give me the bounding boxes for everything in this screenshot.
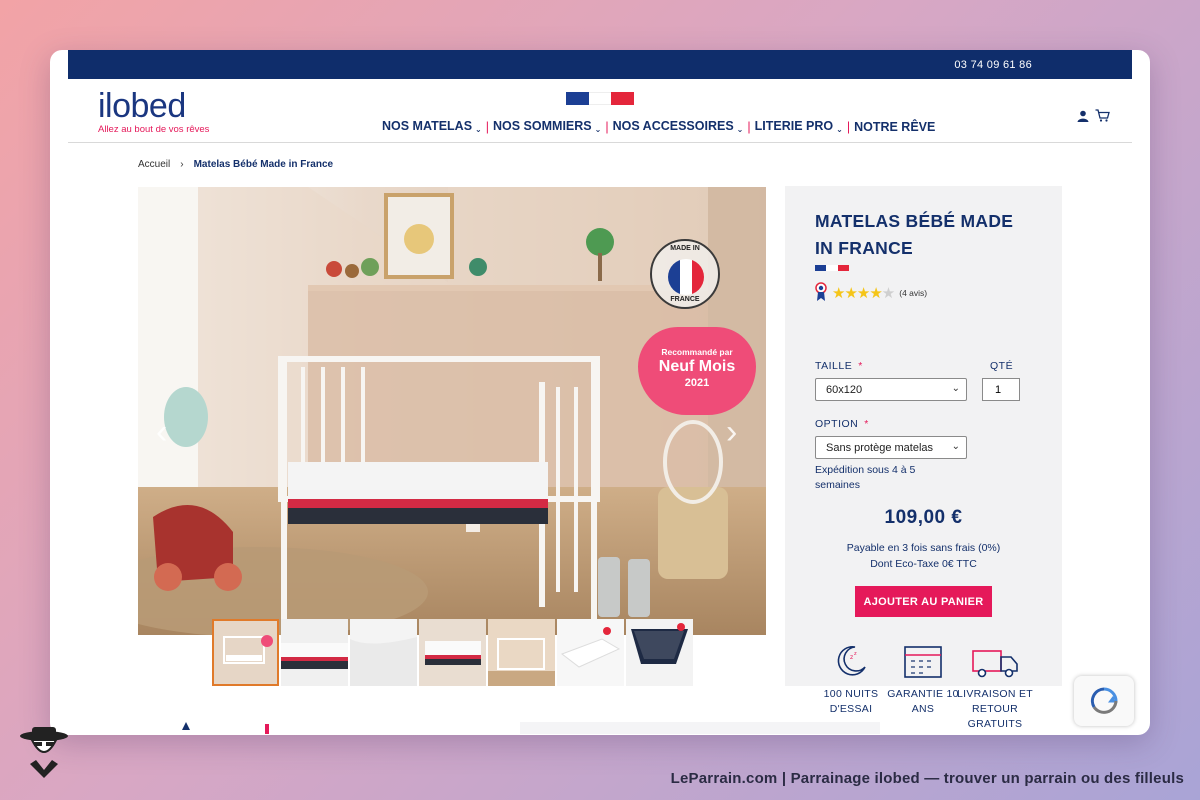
thumbnail-6[interactable] (557, 619, 624, 686)
chevron-down-icon: ⌄ (594, 125, 602, 134)
thumbnail-strip (212, 619, 693, 686)
breadcrumb-current: Matelas Bébé Made in France (193, 159, 334, 170)
star-rating: ★★★★★ (832, 285, 895, 302)
thumbnail-2[interactable] (281, 619, 348, 686)
truck-icon (953, 641, 1037, 681)
svg-text:z: z (854, 651, 857, 657)
product-main-image[interactable]: MADE IN FRANCE Recommandé par Neuf Mois … (138, 187, 766, 635)
product-price: 109,00 € (884, 507, 963, 528)
qty-label: QTÉ (990, 360, 1014, 372)
nav-item-literie-pro[interactable]: LITERIE PRO ⌄ (755, 119, 843, 134)
next-arrow-icon[interactable]: › (726, 415, 737, 449)
review-count: (4 avis) (899, 288, 928, 298)
made-in-france-badge: MADE IN FRANCE (650, 239, 720, 309)
prev-arrow-icon[interactable]: ‹ (156, 415, 167, 449)
nav-separator: | (747, 119, 751, 134)
payment-info: Payable en 3 fois sans frais (0%) Dont E… (846, 542, 1001, 570)
breadcrumb: Accueil › Matelas Bébé Made in France (138, 159, 333, 170)
chevron-down-icon: ⌄ (736, 125, 744, 134)
cart-icon[interactable] (1095, 109, 1110, 127)
site-logo[interactable]: ilobed Allez au bout de vos rêves (98, 89, 209, 135)
breadcrumb-separator: › (180, 159, 184, 170)
page-caption: LeParrain.com | Parrainage ilobed — trou… (670, 770, 1184, 787)
logo-tagline: Allez au bout de vos rêves (98, 124, 210, 135)
product-panel: MATELAS BÉBÉ MADE IN FRANCE ★★★★★ (4 avi… (785, 186, 1062, 730)
quantity-input[interactable]: 1 (982, 378, 1020, 401)
option-select[interactable]: Sans protège matelas ⌄ (815, 436, 967, 459)
mini-flag (815, 265, 849, 271)
feature-delivery: LIVRAISON ET RETOUR GRATUITS (953, 641, 1037, 732)
nav-separator: | (485, 119, 489, 134)
browser-window: 03 74 09 61 86 ilobed Allez au bout de v… (50, 50, 1150, 735)
award-ribbon-icon (815, 282, 827, 304)
footer-preview (50, 720, 1150, 735)
french-flag (566, 92, 635, 105)
site-header: ilobed Allez au bout de vos rêves NOS MA… (68, 79, 1132, 143)
nav-item-sommiers[interactable]: NOS SOMMIERS ⌄ (493, 119, 601, 134)
phone-number[interactable]: 03 74 09 61 86 (954, 59, 1032, 71)
header-icons (1077, 109, 1110, 127)
recaptcha-badge[interactable] (1074, 676, 1134, 726)
add-to-cart-button[interactable]: AJOUTER AU PANIER (855, 586, 992, 617)
thumbnail-5[interactable] (488, 619, 555, 686)
thumbnail-7[interactable] (626, 619, 693, 686)
size-label: TAILLE * (815, 360, 863, 372)
shipping-delay: Expédition sous 4 à 5 semaines (815, 464, 916, 491)
svg-text:z: z (850, 654, 853, 661)
chevron-down-icon: ⌄ (836, 125, 843, 134)
leparrain-mascot-logo (16, 724, 72, 785)
top-bar: 03 74 09 61 86 (68, 50, 1132, 79)
nav-separator: | (846, 119, 851, 134)
size-select[interactable]: 60x120 ⌄ (815, 378, 967, 401)
chevron-down-icon: ⌄ (951, 441, 960, 452)
nav-separator: | (605, 119, 609, 134)
product-rating[interactable]: ★★★★★ (4 avis) (815, 282, 927, 304)
recommended-badge: Recommandé par Neuf Mois 2021 (638, 327, 756, 415)
main-nav: NOS MATELAS ⌄ | NOS SOMMIERS ⌄ | NOS ACC… (382, 119, 935, 134)
thumbnail-1[interactable] (212, 619, 279, 686)
chevron-down-icon: ⌄ (951, 383, 960, 394)
nav-item-accessoires[interactable]: NOS ACCESSOIRES ⌄ (613, 119, 744, 134)
chevron-down-icon: ⌄ (475, 125, 482, 134)
thumbnail-3[interactable] (350, 619, 417, 686)
nav-item-notre-reve[interactable]: NOTRE RÊVE (854, 120, 935, 134)
user-icon[interactable] (1077, 109, 1089, 127)
logo-wordmark: ilobed (98, 87, 186, 125)
breadcrumb-home[interactable]: Accueil (138, 159, 170, 170)
nav-item-matelas[interactable]: NOS MATELAS ⌄ (382, 119, 482, 134)
product-title: MATELAS BÉBÉ MADE IN FRANCE (815, 211, 1014, 258)
thumbnail-4[interactable] (419, 619, 486, 686)
option-label: OPTION * (815, 418, 869, 430)
